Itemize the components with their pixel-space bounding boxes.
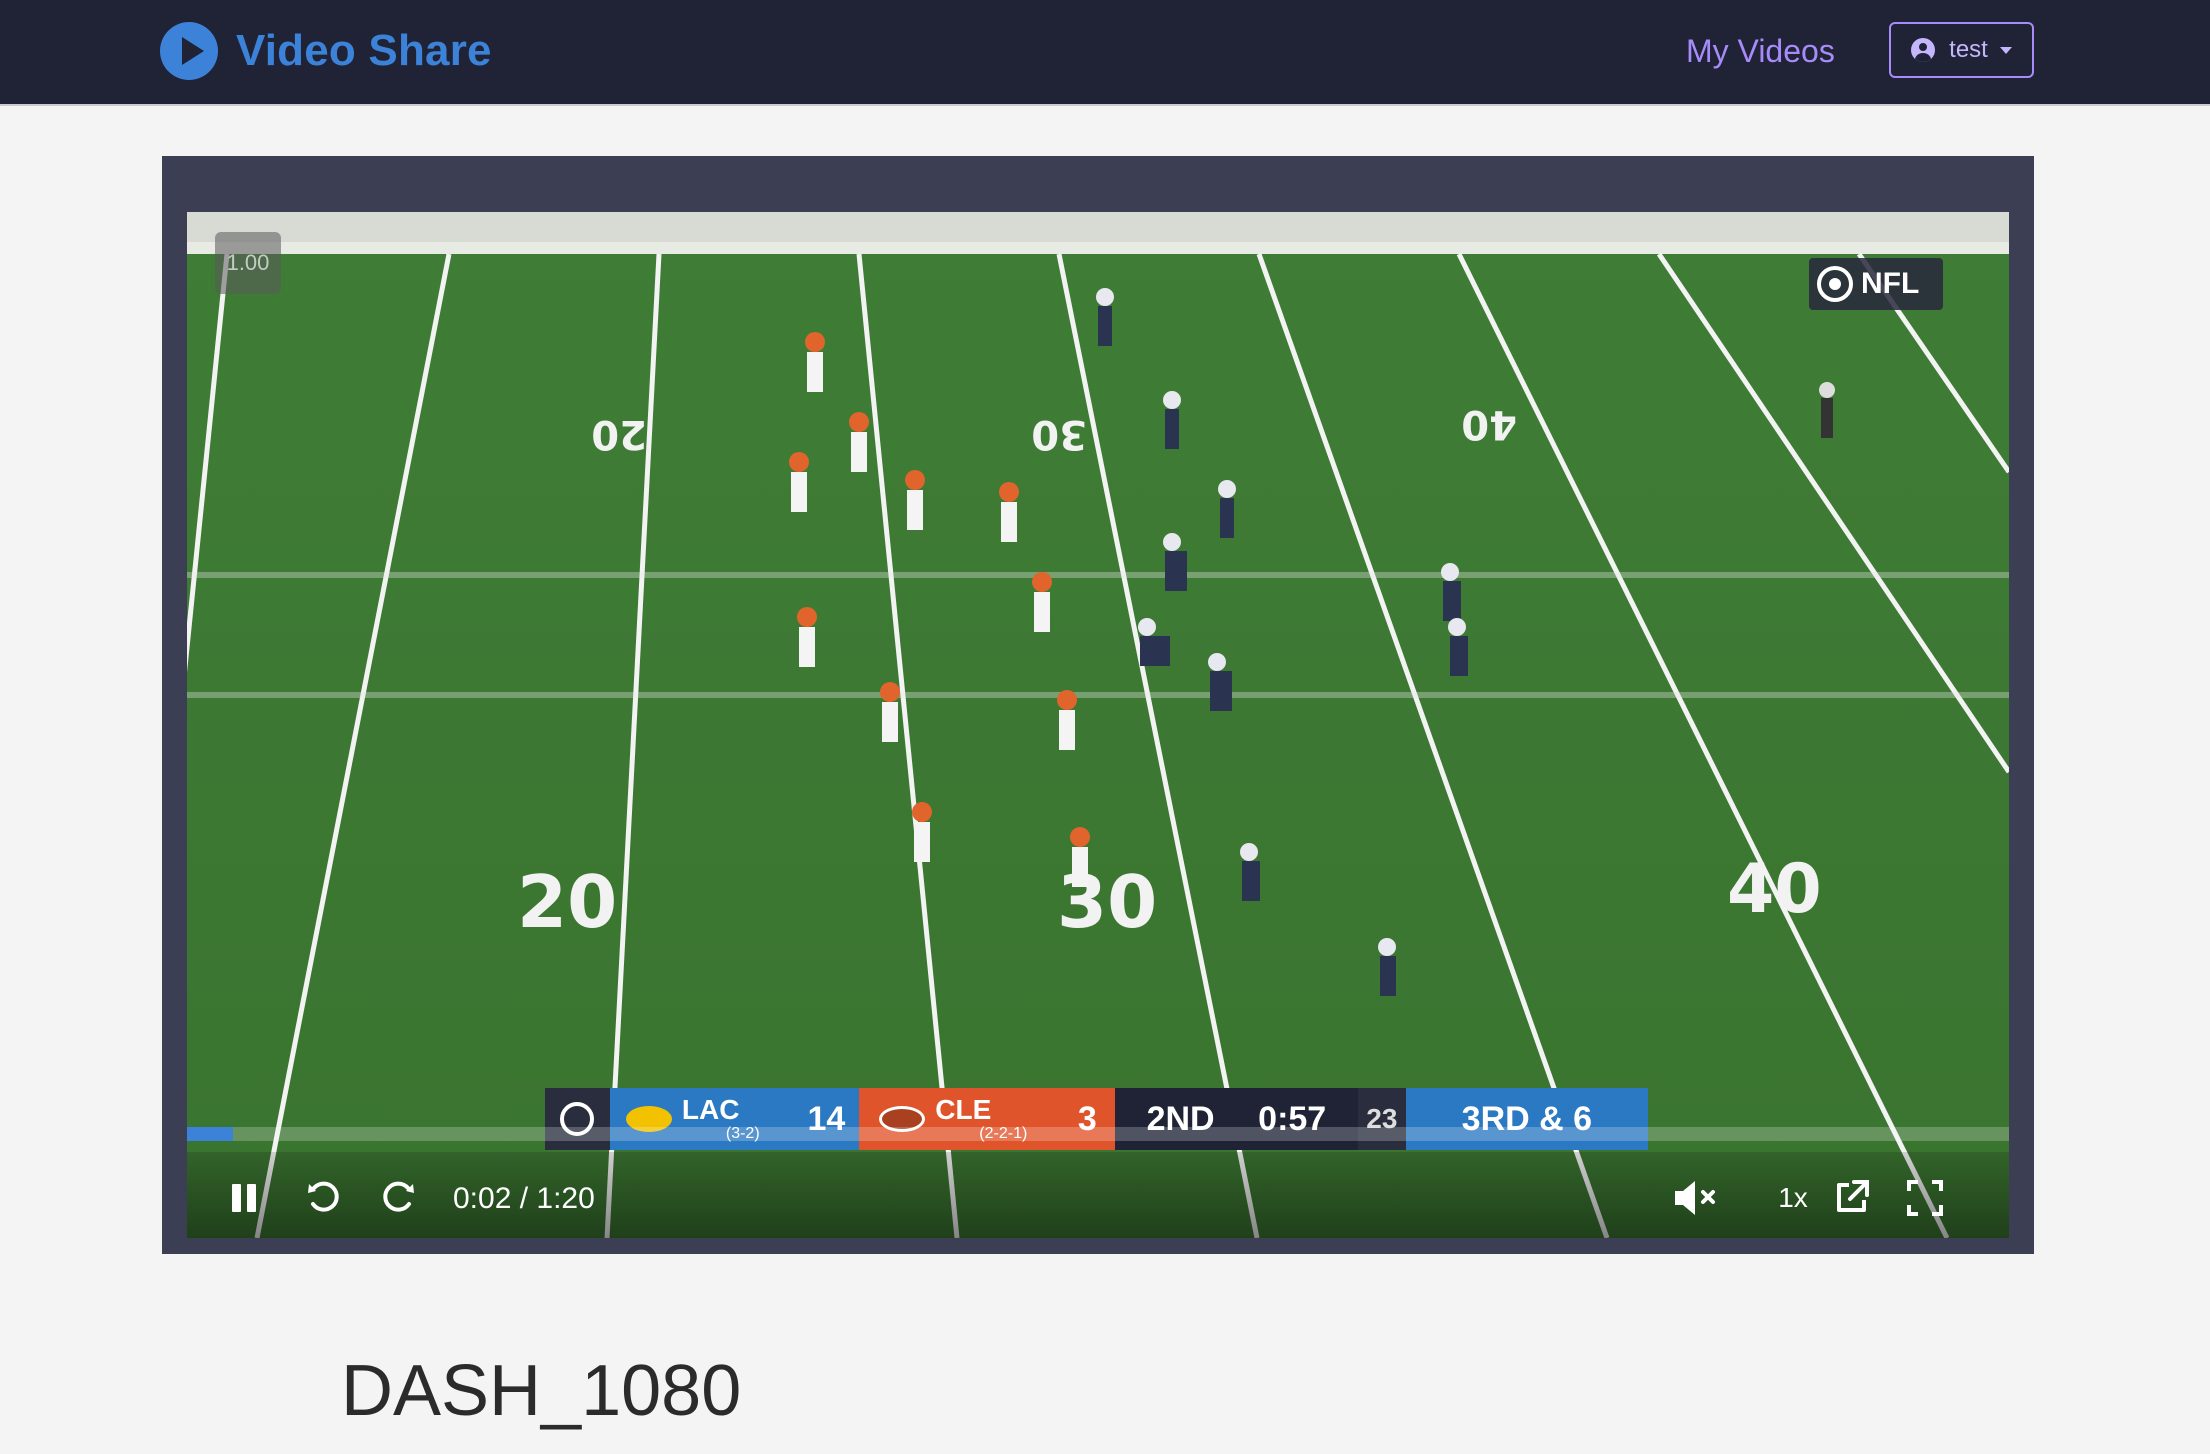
volume-muted-icon bbox=[1675, 1181, 1715, 1215]
svg-text:20: 20 bbox=[517, 860, 617, 944]
play-circle-icon bbox=[160, 22, 218, 80]
video-player[interactable]: 20 30 40 20 30 40 1.00 NFL LAC (3-2) 14 … bbox=[187, 212, 2009, 1238]
football-field-image: 20 30 40 20 30 40 bbox=[187, 212, 2009, 1238]
forward-icon bbox=[383, 1181, 414, 1212]
time-display: 0:02 / 1:20 bbox=[453, 1182, 595, 1215]
caret-down-icon bbox=[1999, 46, 2012, 54]
brand-link[interactable]: Video Share bbox=[160, 22, 492, 80]
network-bug: NFL bbox=[1809, 258, 1943, 310]
rewind-icon bbox=[308, 1181, 339, 1212]
team-abbr: CLE bbox=[935, 1094, 992, 1125]
user-menu-button[interactable]: test bbox=[1889, 22, 2034, 78]
progress-bar[interactable] bbox=[187, 1127, 2009, 1141]
network-bug-text: NFL bbox=[1861, 267, 1920, 300]
page-title: DASH_1080 bbox=[341, 1351, 742, 1431]
svg-text:30: 30 bbox=[1031, 411, 1087, 457]
pause-icon bbox=[232, 1184, 241, 1212]
team-abbr: LAC bbox=[681, 1094, 740, 1125]
playback-rate-button[interactable]: 1x bbox=[1773, 1180, 1813, 1216]
svg-text:40: 40 bbox=[1461, 401, 1517, 447]
progress-fill bbox=[187, 1127, 233, 1141]
speed-badge: 1.00 bbox=[215, 232, 281, 294]
external-link-icon bbox=[1837, 1180, 1869, 1212]
rewind-button[interactable] bbox=[305, 1178, 345, 1218]
cbs-eye-icon bbox=[1817, 266, 1853, 302]
user-circle-icon bbox=[1911, 38, 1936, 62]
pause-button[interactable] bbox=[229, 1182, 259, 1214]
fullscreen-icon bbox=[1907, 1180, 1943, 1216]
my-videos-link[interactable]: My Videos bbox=[1686, 26, 1835, 76]
brand-name: Video Share bbox=[236, 26, 492, 75]
navbar: Video Share My Videos test bbox=[0, 0, 2210, 106]
forward-button[interactable] bbox=[377, 1178, 417, 1218]
pause-icon-bar bbox=[247, 1184, 256, 1212]
popout-button[interactable] bbox=[1833, 1178, 1871, 1216]
mute-button[interactable] bbox=[1671, 1176, 1721, 1220]
fullscreen-button[interactable] bbox=[1905, 1178, 1945, 1218]
user-name: test bbox=[1949, 36, 1988, 63]
svg-text:40: 40 bbox=[1727, 850, 1822, 929]
video-controls: 0:02 / 1:20 1x bbox=[187, 1152, 2009, 1238]
svg-text:20: 20 bbox=[591, 411, 647, 457]
